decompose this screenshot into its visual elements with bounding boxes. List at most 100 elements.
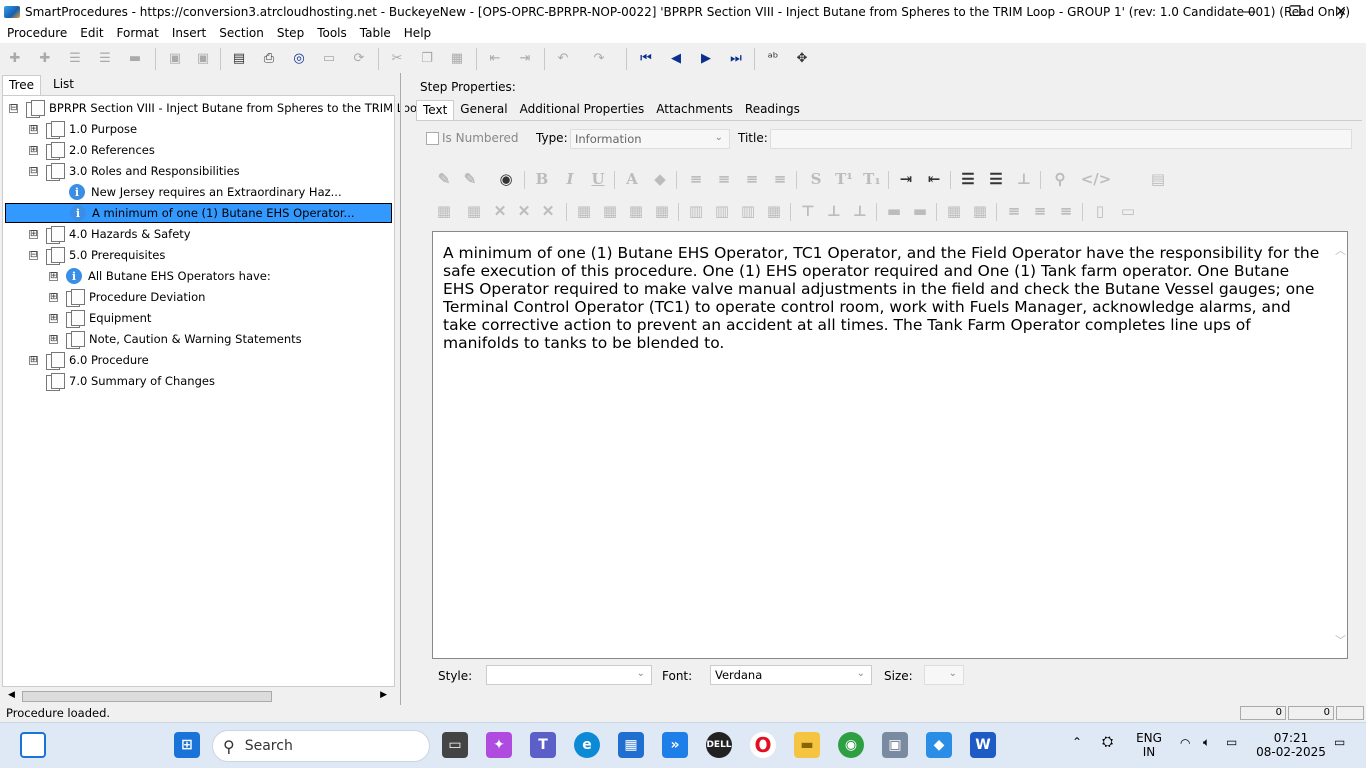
tree-node-references[interactable]: ⊞ 2.0 References [29,140,155,160]
move-icon[interactable]: ✥ [793,50,811,66]
cut-icon[interactable]: ✂ [388,50,406,66]
remote-desktop-icon[interactable]: ▣ [882,732,908,758]
grid-icon[interactable]: ▦ [764,201,784,221]
collapse-icon[interactable]: ⊟ [9,103,18,113]
save-icon[interactable]: ▣ [166,50,184,66]
increase-indent-icon[interactable]: ⇥ [896,169,916,189]
menu-tools[interactable]: Tools [317,26,347,40]
title-input[interactable] [770,129,1352,149]
link-icon[interactable]: ⚲ [1050,169,1070,189]
underline-icon[interactable]: U [588,169,608,189]
collapse-icon[interactable]: ⊟ [29,166,38,176]
indent-icon[interactable]: ⇥ [516,50,534,66]
scroll-right-icon[interactable]: ▶ [380,690,387,700]
tree-node-hazards[interactable]: ⊞ 4.0 Hazards & Safety [29,224,191,244]
row-icon[interactable]: ⊥ [850,201,870,221]
align-bottom-icon[interactable]: ≡ [1056,201,1076,221]
expand-icon[interactable]: ⊞ [49,271,58,281]
opera-icon[interactable]: O [750,732,776,758]
collapse-icon[interactable]: ⊟ [29,250,38,260]
tree-node-warnings[interactable]: ⊞ Note, Caution & Warning Statements [49,329,302,349]
code-icon[interactable]: </> [1081,169,1112,189]
menu-procedure[interactable]: Procedure [7,26,67,40]
globe-icon[interactable]: ◎ [290,50,308,66]
publish-icon[interactable]: ▤ [230,50,248,66]
minimize-button[interactable]: — [1226,0,1272,23]
copilot-icon[interactable]: ✦ [486,732,512,758]
size-select[interactable]: ⌄ [924,665,964,685]
insert-col-left-icon[interactable]: ▥ [686,201,706,221]
previous-step-icon[interactable]: ◀ [667,50,685,66]
widgets-icon[interactable] [20,732,46,758]
menu-step[interactable]: Step [277,26,304,40]
tree-node-root[interactable]: ⊟ BPRPR Section VIII - Inject Butane fro… [9,98,428,118]
insert-table-icon[interactable]: ▦ [464,201,484,221]
table-height-icon[interactable]: ▦ [970,201,990,221]
volume-icon[interactable]: 🔈︎ [1203,735,1210,749]
align-right-icon[interactable]: ≡ [742,169,762,189]
menu-insert[interactable]: Insert [172,26,206,40]
pane-splitter[interactable] [400,73,405,705]
redo-icon[interactable]: ↷ [590,50,608,66]
horizontal-rule-icon[interactable]: ⊥ [1014,169,1034,189]
list-icon[interactable]: ☰ [66,50,84,66]
expand-icon[interactable]: ⊞ [29,145,38,155]
numbered-list-icon[interactable]: ☰ [986,169,1006,189]
menu-edit[interactable]: Edit [80,26,103,40]
tree-node-minimum-operator[interactable]: i A minimum of one (1) Butane EHS Operat… [5,203,392,223]
add-icon[interactable]: ✚ [6,50,24,66]
is-numbered-checkbox[interactable] [426,132,439,145]
highlight-icon[interactable]: ◆ [650,169,670,189]
menu-section[interactable]: Section [219,26,264,40]
align-left-icon[interactable]: ≡ [686,169,706,189]
store-icon[interactable]: ▦ [618,732,644,758]
outdent-icon[interactable]: ⇤ [486,50,504,66]
spell-all-icon[interactable]: ✎ [460,169,480,189]
vpn-icon[interactable]: ⛭ [1102,735,1113,749]
word-icon[interactable]: W [970,732,996,758]
tree-node-procedure[interactable]: ⊞ 6.0 Procedure [29,350,149,370]
tree-node-roles[interactable]: ⊟ 3.0 Roles and Responsibilities [29,161,240,181]
join-cell-icon[interactable]: ▬ [910,201,930,221]
italic-icon[interactable]: I [560,169,580,189]
tab-readings[interactable]: Readings [739,100,806,120]
subscript-icon[interactable]: T₁ [862,169,882,189]
bullet-list-icon[interactable]: ☰ [958,169,978,189]
print-icon[interactable]: ⎙ [260,50,278,66]
chrome-icon[interactable]: ◉ [838,732,864,758]
dell-icon[interactable]: DELL [706,732,732,758]
page-icon[interactable]: ▤ [1148,169,1168,189]
step-body-text[interactable]: A minimum of one (1) Butane EHS Operator… [443,244,1323,352]
maximize-button[interactable]: ❐ [1272,0,1318,23]
split-cell-icon[interactable]: ▬ [884,201,904,221]
strikethrough-icon[interactable]: S [806,169,826,189]
file-explorer-icon[interactable]: ▬ [794,732,820,758]
superscript-icon[interactable]: T¹ [834,169,854,189]
vertical-bar-icon[interactable]: ▯ [1090,201,1110,221]
chevron-up-icon[interactable]: ⌃ [1072,735,1082,749]
undo-icon[interactable]: ↶ [554,50,572,66]
tree-node-new-jersey[interactable]: i New Jersey requires an Extraordinary H… [69,182,342,202]
column-icon[interactable]: ▥ [738,201,758,221]
paste-icon[interactable]: ▦ [448,50,466,66]
merge-cells-icon[interactable]: ▦ [600,201,620,221]
tab-text[interactable]: Text [416,100,455,120]
step-text-editor[interactable]: A minimum of one (1) Butane EHS Operator… [432,231,1348,659]
font-color-icon[interactable]: A [622,169,642,189]
cell-props-icon[interactable]: ▦ [574,201,594,221]
tab-additional-properties[interactable]: Additional Properties [514,100,651,120]
teams-icon[interactable]: T [530,732,556,758]
tab-list[interactable]: List [47,75,80,95]
tree-node-prerequisites[interactable]: ⊟ 5.0 Prerequisites [29,245,165,265]
delete-table-icon[interactable]: ✕ [490,201,510,221]
delete-col-icon[interactable]: ✕ [538,201,558,221]
expand-icon[interactable]: ⊞ [49,313,58,323]
clock[interactable]: 07:21 08-02-2025 [1256,731,1326,759]
task-view-icon[interactable]: ▭ [442,732,468,758]
type-select[interactable]: Information ⌄ [570,129,730,149]
table-width-icon[interactable]: ▦ [944,201,964,221]
tab-tree[interactable]: Tree [2,75,42,95]
align-top-icon[interactable]: ≡ [1004,201,1024,221]
style-select[interactable]: ⌄ [486,665,652,685]
expand-icon[interactable]: ⊞ [29,229,38,239]
